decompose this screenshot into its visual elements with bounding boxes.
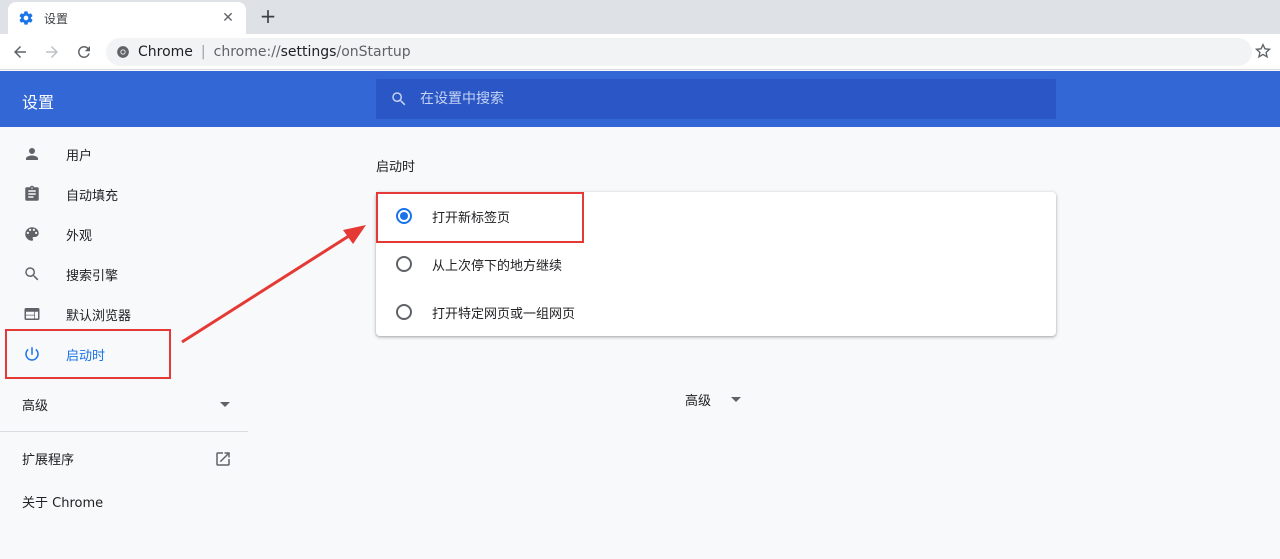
annotation-arrow <box>181 225 366 344</box>
